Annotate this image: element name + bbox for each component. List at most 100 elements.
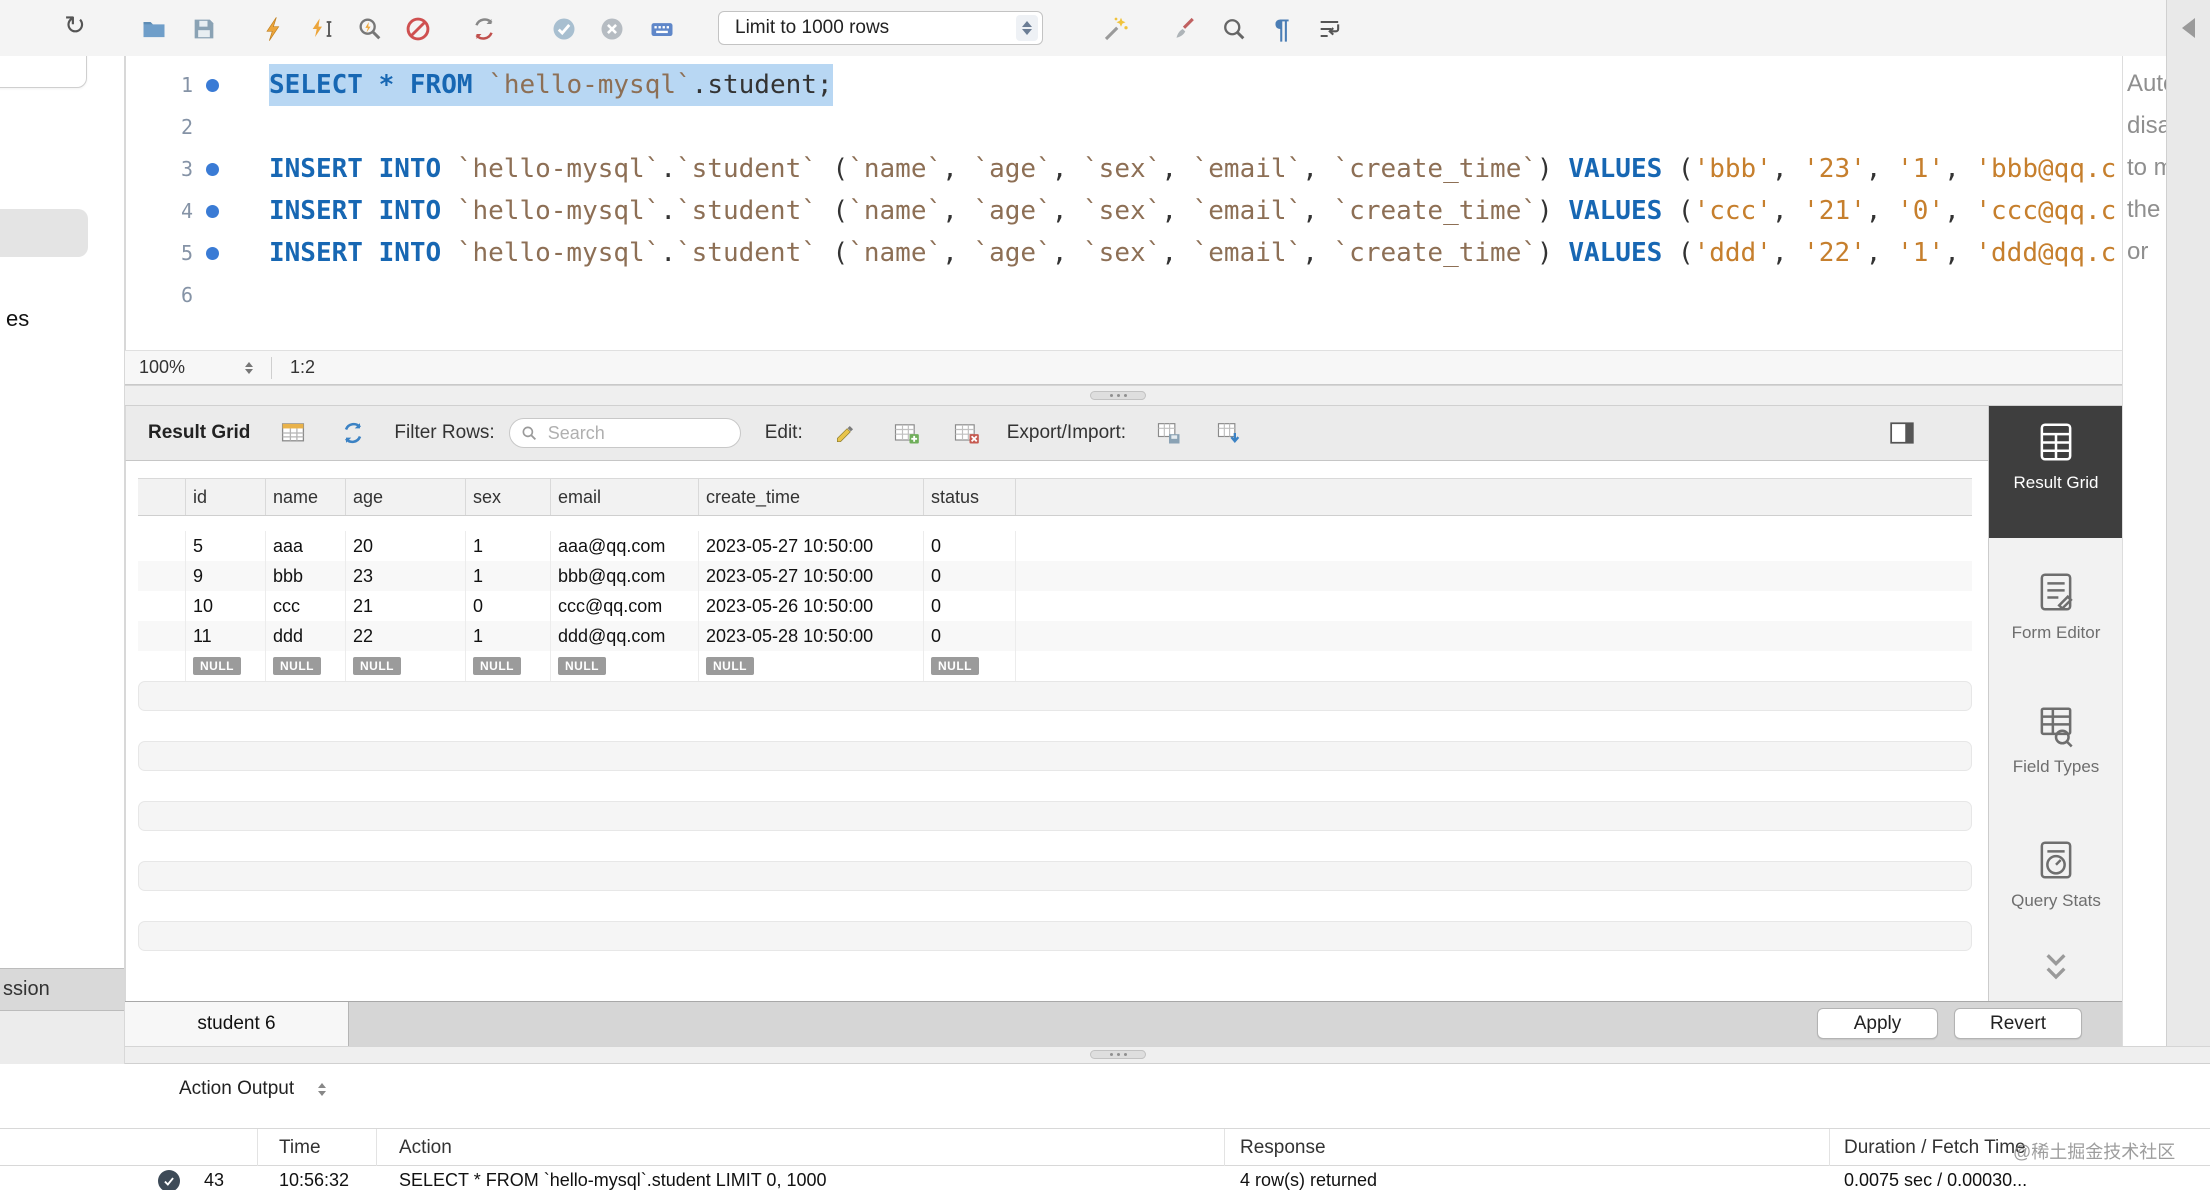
cell-name[interactable]: bbb <box>266 561 346 591</box>
cell-status[interactable]: 0 <box>924 591 1016 621</box>
cell-sex[interactable]: 0 <box>466 591 551 621</box>
column-header-response[interactable]: Response <box>1240 1137 1326 1159</box>
empty-grid-row[interactable] <box>138 681 1972 711</box>
find-magnifier-icon[interactable] <box>1216 11 1252 47</box>
output-splitter[interactable] <box>0 1046 2210 1064</box>
cell-null-email[interactable]: NULL <box>551 651 699 681</box>
empty-grid-row[interactable] <box>138 831 1972 861</box>
limit-rows-select[interactable]: Limit to 1000 rows <box>718 11 1043 45</box>
tab-student6[interactable]: student 6 <box>125 1002 349 1046</box>
save-script-icon[interactable] <box>186 11 222 47</box>
cell-null-create_time[interactable]: NULL <box>699 651 924 681</box>
cell-name[interactable]: ccc <box>266 591 346 621</box>
revert-button[interactable]: Revert <box>1954 1008 2082 1039</box>
column-header-duration[interactable]: Duration / Fetch Time <box>1844 1137 2026 1159</box>
row-selector[interactable] <box>138 591 186 621</box>
cell-sex[interactable]: 1 <box>466 531 551 561</box>
insert-row-icon[interactable] <box>889 416 923 450</box>
cell-create_time[interactable]: 2023-05-27 10:50:00 <box>699 561 924 591</box>
zoom-stepper-icon[interactable] <box>245 362 253 374</box>
edit-record-pencil-icon[interactable] <box>829 416 863 450</box>
apply-button[interactable]: Apply <box>1817 1008 1938 1039</box>
cell-age[interactable]: 21 <box>346 591 466 621</box>
cell-id[interactable]: 5 <box>186 531 266 561</box>
cell-age[interactable]: 23 <box>346 561 466 591</box>
sql-editor[interactable]: 1SELECT * FROM `hello-mysql`.student;23I… <box>125 56 2122 350</box>
search-input[interactable] <box>546 422 720 445</box>
cell-null-id[interactable]: NULL <box>186 651 266 681</box>
column-header-action[interactable]: Action <box>399 1137 452 1159</box>
cell-null-age[interactable]: NULL <box>346 651 466 681</box>
column-header-email[interactable]: email <box>551 479 699 515</box>
column-header-time[interactable]: Time <box>279 1137 321 1159</box>
stop-query-icon[interactable] <box>400 11 436 47</box>
commit-check-icon[interactable] <box>546 11 582 47</box>
cell-sex[interactable]: 1 <box>466 561 551 591</box>
empty-grid-row[interactable] <box>138 801 1972 831</box>
cell-age[interactable]: 20 <box>346 531 466 561</box>
delete-row-icon[interactable] <box>949 416 983 450</box>
cell-null-sex[interactable]: NULL <box>466 651 551 681</box>
empty-grid-row[interactable] <box>138 711 1972 741</box>
open-script-icon[interactable] <box>136 11 172 47</box>
cell-status[interactable]: 0 <box>924 531 1016 561</box>
table-row[interactable]: 11ddd221ddd@qq.com2023-05-28 10:50:000 <box>138 621 1972 651</box>
cell-age[interactable]: 22 <box>346 621 466 651</box>
cell-create_time[interactable]: 2023-05-28 10:50:00 <box>699 621 924 651</box>
collapse-panel-icon[interactable] <box>2182 18 2195 38</box>
rail-item-field-types[interactable]: Field Types <box>1989 690 2123 777</box>
export-recordset-icon[interactable] <box>1152 416 1186 450</box>
table-row[interactable]: 9bbb231bbb@qq.com2023-05-27 10:50:000 <box>138 561 1972 591</box>
execute-statement-bolt-icon[interactable] <box>304 11 340 47</box>
toggle-autocommit-icon[interactable] <box>466 11 502 47</box>
column-header-name[interactable]: name <box>266 479 346 515</box>
cell-email[interactable]: aaa@qq.com <box>551 531 699 561</box>
action-output-row[interactable]: 4310:56:32SELECT * FROM `hello-mysql`.st… <box>0 1166 2210 1190</box>
table-row[interactable]: 10ccc210ccc@qq.com2023-05-26 10:50:000 <box>138 591 1972 621</box>
code-line[interactable]: 1SELECT * FROM `hello-mysql`.student; <box>126 64 2122 106</box>
refresh-icon[interactable]: ↻ <box>64 10 86 41</box>
cell-name[interactable]: ddd <box>266 621 346 651</box>
cell-email[interactable]: ddd@qq.com <box>551 621 699 651</box>
cell-id[interactable]: 9 <box>186 561 266 591</box>
rail-item-form-editor[interactable]: Form Editor <box>1989 556 2123 643</box>
code-line[interactable]: 3INSERT INTO `hello-mysql`.`student` (`n… <box>126 148 2122 190</box>
row-selector-corner[interactable] <box>138 479 186 515</box>
cell-email[interactable]: bbb@qq.com <box>551 561 699 591</box>
cell-status[interactable]: 0 <box>924 621 1016 651</box>
rail-item-query-stats[interactable]: Query Stats <box>1989 824 2123 911</box>
column-header-id[interactable]: id <box>186 479 266 515</box>
row-selector[interactable] <box>138 561 186 591</box>
grid-view-icon[interactable] <box>276 416 310 450</box>
beautify-wand-icon[interactable] <box>1098 11 1134 47</box>
code-line[interactable]: 4INSERT INTO `hello-mysql`.`student` (`n… <box>126 190 2122 232</box>
cell-null-status[interactable]: NULL <box>924 651 1016 681</box>
refresh-grid-icon[interactable] <box>336 416 370 450</box>
output-selector-stepper-icon[interactable] <box>318 1083 326 1096</box>
execute-bolt-icon[interactable] <box>256 11 292 47</box>
empty-grid-row[interactable] <box>138 771 1972 801</box>
clean-broom-icon[interactable] <box>1166 11 1202 47</box>
cell-id[interactable]: 10 <box>186 591 266 621</box>
empty-grid-row[interactable] <box>138 951 1972 981</box>
empty-grid-row[interactable] <box>138 921 1972 951</box>
cell-id[interactable]: 11 <box>186 621 266 651</box>
row-selector[interactable] <box>138 651 186 681</box>
column-header-age[interactable]: age <box>346 479 466 515</box>
cell-sex[interactable]: 1 <box>466 621 551 651</box>
import-records-icon[interactable] <box>1212 416 1246 450</box>
row-selector[interactable] <box>138 621 186 651</box>
splitter-grip-icon[interactable] <box>1090 391 1146 400</box>
wrap-text-icon[interactable] <box>1312 11 1348 47</box>
column-header-create_time[interactable]: create_time <box>699 479 924 515</box>
code-line[interactable]: 2 <box>126 106 2122 148</box>
empty-grid-row[interactable] <box>138 861 1972 891</box>
empty-grid-row[interactable] <box>138 891 1972 921</box>
rail-item-result-grid[interactable]: Result Grid <box>1989 406 2123 538</box>
invisible-chars-pilcrow-icon[interactable]: ¶ <box>1264 11 1300 47</box>
toggle-preview-panel-icon[interactable] <box>1886 418 1918 448</box>
editor-result-splitter[interactable] <box>0 385 2210 406</box>
splitter-grip-icon[interactable] <box>1090 1050 1146 1059</box>
code-line[interactable]: 6 <box>126 274 2122 316</box>
cell-status[interactable]: 0 <box>924 561 1016 591</box>
